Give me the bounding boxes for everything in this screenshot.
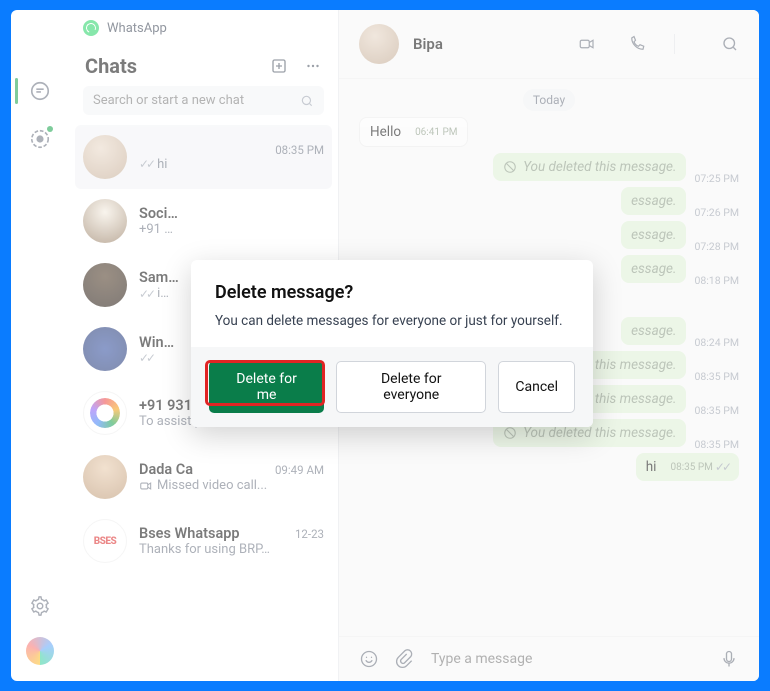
sidebar-title: Chats xyxy=(85,54,254,78)
blocked-icon xyxy=(503,426,517,440)
message-time: 06:41 PM xyxy=(415,127,457,138)
chat-name: Soci… xyxy=(139,205,178,222)
avatar xyxy=(83,391,127,435)
avatar xyxy=(83,199,127,243)
message-in[interactable]: Hello 06:41 PM xyxy=(359,117,468,147)
avatar xyxy=(83,327,127,371)
chat-item[interactable]: 08:35 PM ✓✓ hi xyxy=(75,125,332,189)
avatar xyxy=(83,455,127,499)
chat-item[interactable]: Dada Ca 09:49 AM Missed video call... xyxy=(69,445,338,509)
emoji-icon[interactable] xyxy=(359,649,379,669)
message-time: 08:24 PM xyxy=(694,336,739,349)
message-time: 08:35 PM xyxy=(694,438,739,451)
composer xyxy=(339,636,759,681)
message-time: 07:25 PM xyxy=(694,172,739,185)
video-icon xyxy=(139,479,153,493)
chat-preview: hi xyxy=(157,157,167,172)
chat-time: 09:49 AM xyxy=(275,463,324,477)
message-deleted[interactable]: You deleted this message. xyxy=(493,153,686,181)
chat-preview: Thanks for using BRP… xyxy=(139,542,270,557)
day-chip: Today xyxy=(523,89,575,111)
video-call-icon[interactable] xyxy=(578,35,596,53)
attach-icon[interactable] xyxy=(395,649,415,669)
more-icon[interactable] xyxy=(304,57,322,75)
app-header: WhatsApp xyxy=(69,10,338,40)
contact-avatar[interactable] xyxy=(359,24,399,64)
whatsapp-logo-icon xyxy=(83,20,99,36)
conversation-header: Bipa xyxy=(339,10,759,79)
message-deleted[interactable]: essage. xyxy=(621,221,686,249)
chat-item[interactable]: BSES Bses Whatsapp 12-23 Thanks for using… xyxy=(69,509,338,573)
message-time: 08:35 PM xyxy=(694,370,739,383)
dialog-body: You can delete messages for everyone or … xyxy=(215,313,569,329)
avatar xyxy=(83,135,127,179)
avatar xyxy=(83,263,127,307)
search-icon xyxy=(300,94,314,108)
app-window: WhatsApp Chats 08:35 PM ✓✓ hi xyxy=(11,10,759,681)
chat-name: Win… xyxy=(139,334,174,351)
message-time: 08:35 PM xyxy=(670,462,712,473)
chat-name: Dada Ca xyxy=(139,461,193,478)
search-field[interactable] xyxy=(93,93,300,108)
message-input[interactable] xyxy=(431,651,703,667)
message-deleted[interactable]: essage. xyxy=(621,317,686,345)
cancel-button[interactable]: Cancel xyxy=(498,361,575,413)
search-input[interactable] xyxy=(83,86,324,115)
chat-preview: Missed video call... xyxy=(157,478,267,493)
ticks-icon: ✓✓ xyxy=(139,351,153,365)
new-chat-icon[interactable] xyxy=(270,57,288,75)
mic-icon[interactable] xyxy=(719,649,739,669)
voice-call-icon[interactable] xyxy=(628,35,646,53)
nav-chats-icon[interactable] xyxy=(29,80,51,102)
profile-avatar[interactable] xyxy=(26,637,54,665)
divider xyxy=(674,34,675,54)
ticks-icon: ✓✓ xyxy=(139,287,153,301)
settings-icon[interactable] xyxy=(29,595,51,617)
message-text: hi xyxy=(646,459,657,475)
avatar: BSES xyxy=(83,519,127,563)
nav-status-icon[interactable] xyxy=(29,128,51,150)
message-time: 07:28 PM xyxy=(694,240,739,253)
message-time: 07:26 PM xyxy=(694,206,739,219)
delete-for-everyone-button[interactable]: Delete for everyone xyxy=(336,361,486,413)
delete-message-dialog: Delete message? You can delete messages … xyxy=(191,260,593,427)
message-time: 08:18 PM xyxy=(694,274,739,287)
blocked-icon xyxy=(503,160,517,174)
dialog-title: Delete message? xyxy=(215,282,569,303)
app-name: WhatsApp xyxy=(107,21,167,36)
nav-strip xyxy=(11,10,69,681)
chat-preview: i… xyxy=(157,286,169,301)
chat-item[interactable]: Soci… +91 … xyxy=(69,189,338,253)
contact-name[interactable]: Bipa xyxy=(413,35,546,53)
message-time: 08:35 PM xyxy=(694,404,739,417)
search-in-chat-icon[interactable] xyxy=(721,35,739,53)
chat-name: Bses Whatsapp xyxy=(139,525,240,542)
ticks-icon: ✓✓ xyxy=(715,460,729,474)
message-deleted[interactable]: essage. xyxy=(621,255,686,283)
delete-for-me-button[interactable]: Delete for me xyxy=(209,361,324,413)
message-out[interactable]: hi 08:35 PM✓✓ xyxy=(636,453,739,481)
message-text: Hello xyxy=(370,124,401,140)
chat-time: 08:35 PM xyxy=(275,143,324,157)
chat-name: Sam… xyxy=(139,269,179,286)
message-deleted[interactable]: essage. xyxy=(621,187,686,215)
chat-time: 12-23 xyxy=(295,527,324,541)
ticks-icon: ✓✓ xyxy=(139,157,153,171)
chat-preview: +91 … xyxy=(139,222,173,237)
